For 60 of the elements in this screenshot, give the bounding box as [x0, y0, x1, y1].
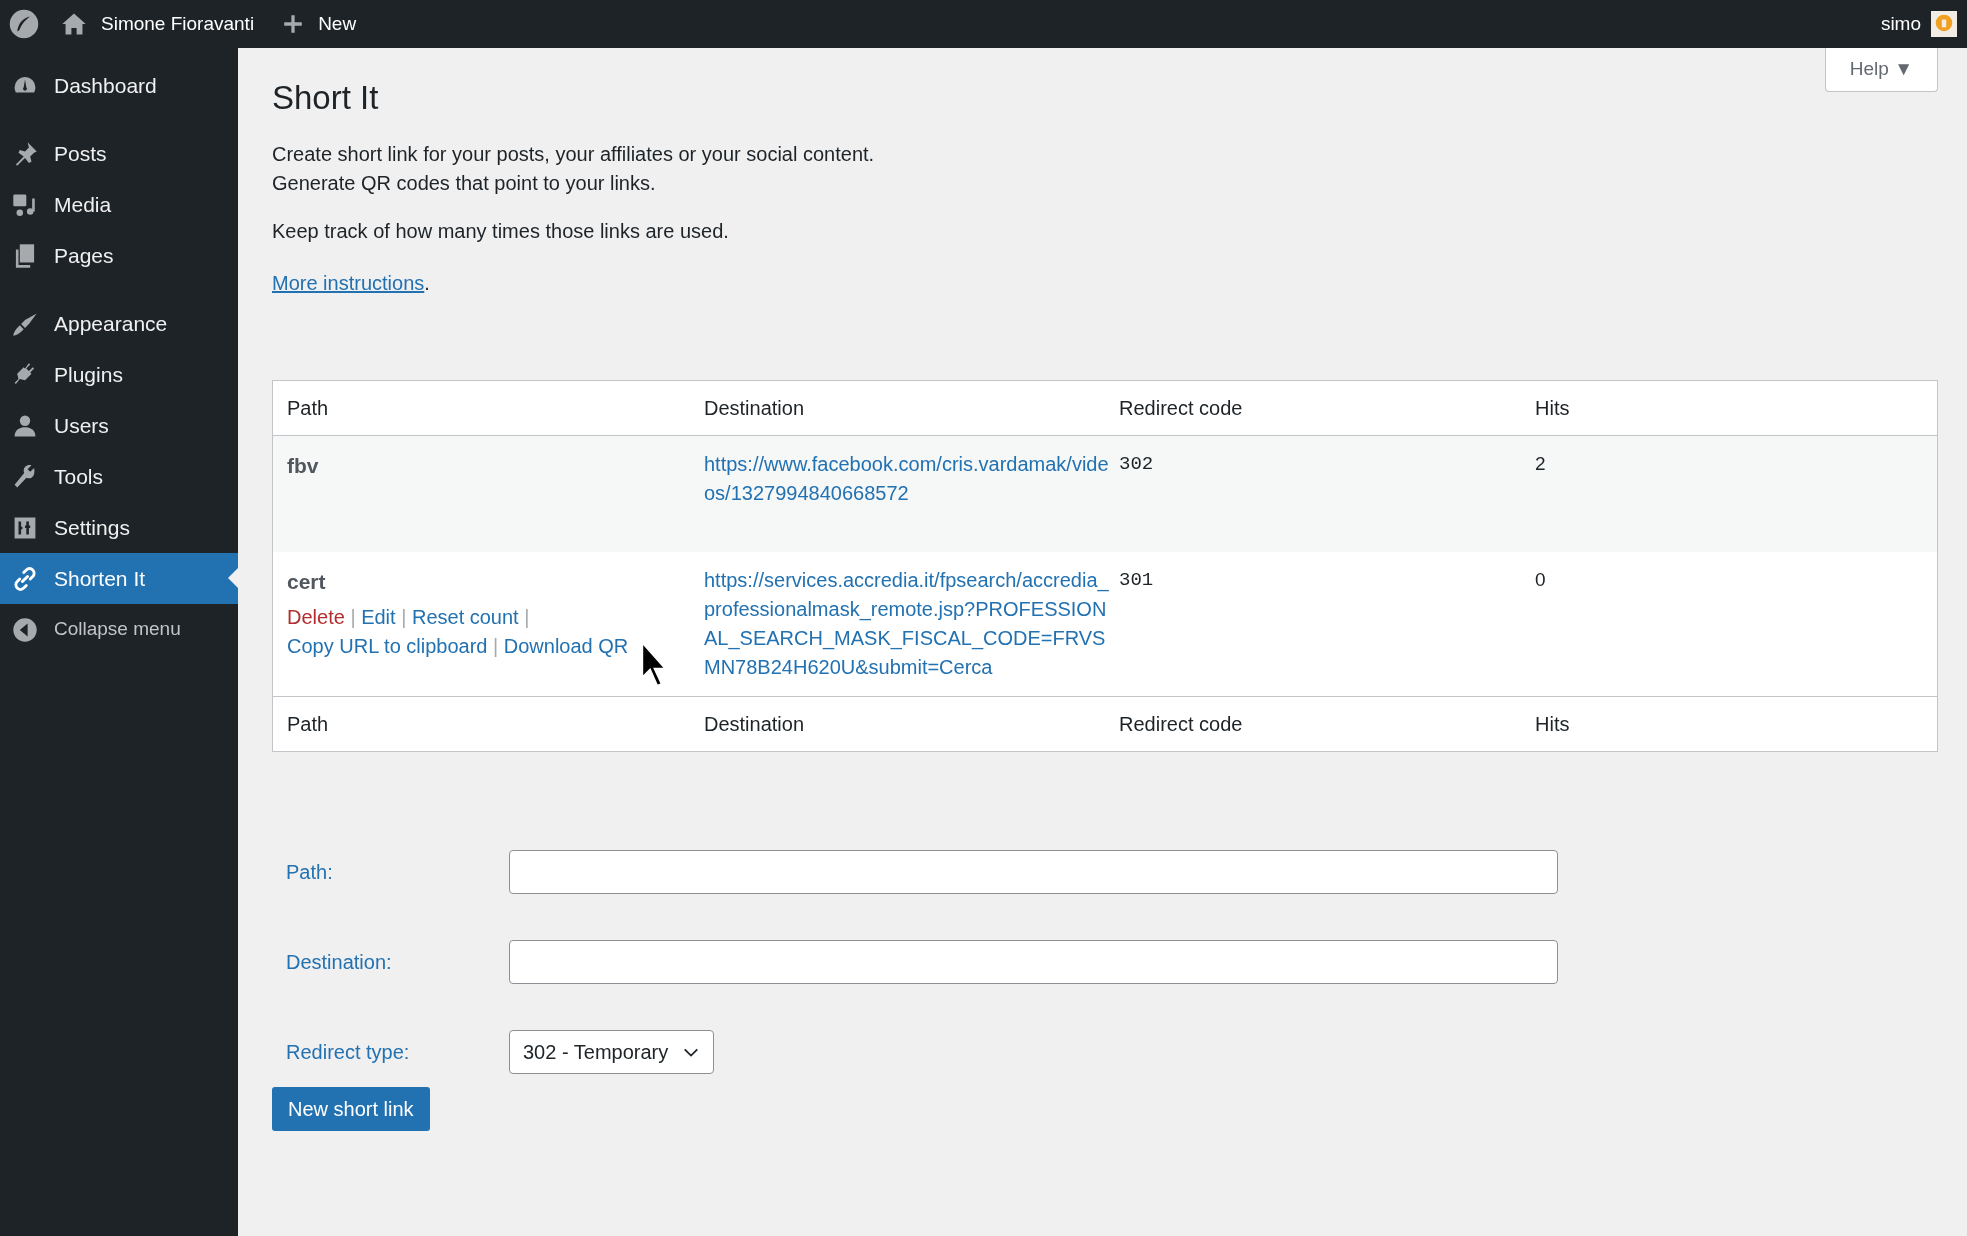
path-text: cert: [287, 569, 326, 595]
plus-icon: [282, 13, 305, 35]
field-label: Path:: [286, 860, 334, 885]
collapse-icon: [12, 616, 38, 643]
link-icon: [12, 565, 38, 592]
separator-text: |: [524, 605, 530, 628]
sidebar-item[interactable]: Media: [0, 179, 238, 230]
period-text: .: [424, 271, 430, 296]
separator-text: |: [401, 605, 407, 628]
hits-cell-text: 2: [1535, 452, 1546, 476]
destination-link[interactable]: https://www.facebook.com/cris.vardamak/videos/1327994840668572: [704, 450, 1119, 552]
instructions-link[interactable]: More instructions: [272, 268, 425, 298]
home-icon: [61, 11, 87, 37]
collapse-menu-button[interactable]: Collapse menu: [0, 604, 238, 655]
current-item-pointer: [228, 568, 238, 588]
hits-cell-text: 0: [1535, 568, 1546, 592]
field-label: Redirect type:: [286, 1040, 411, 1065]
sidebar-item[interactable]: Plugins: [0, 349, 238, 400]
page-title: Short It: [272, 80, 379, 116]
input-field[interactable]: [509, 940, 1558, 984]
column-header[interactable]: Redirect code: [1119, 393, 1535, 423]
sidebar-item[interactable]: Appearance: [0, 298, 238, 349]
input-field[interactable]: [509, 850, 1558, 894]
help-button[interactable]: Help ▼: [1824, 48, 1938, 92]
intro-text: Create short link for your posts, your affiliates or your social content.: [272, 142, 875, 167]
site-name-link[interactable]: Simone Fioravanti: [61, 9, 255, 39]
separator-text: |: [350, 605, 356, 628]
redirect-code-cell-text: 302: [1119, 452, 1154, 477]
sidebar-item[interactable]: Tools: [0, 451, 238, 502]
avatar[interactable]: [1931, 11, 1957, 37]
column-header[interactable]: Hits: [1535, 709, 1923, 739]
logo-icon: [9, 9, 39, 39]
destination-link[interactable]: https://services.accredia.it/fpsearch/accredia_professionalmask_remote.jsp?PROFESSIONAL_SEARCH_MASK_FISCAL_CODE=FRVSMN78B24H620U&submit=Cerca: [704, 566, 1119, 682]
delete-link[interactable]: Delete: [287, 605, 345, 628]
field-label: Destination:: [286, 950, 393, 975]
sidebar-item[interactable]: Users: [0, 400, 238, 451]
row-action-link[interactable]: Edit: [361, 605, 396, 628]
new-link[interactable]: New: [282, 9, 357, 39]
column-header[interactable]: Redirect code: [1119, 709, 1535, 739]
column-header[interactable]: Destination: [704, 393, 1119, 423]
intro-text: Keep track of how many times those links are used.: [272, 219, 729, 244]
column-header[interactable]: Hits: [1535, 393, 1923, 423]
column-header[interactable]: Path: [287, 709, 704, 739]
intro-text: Generate QR codes that point to your links.: [272, 171, 656, 196]
row-action-link[interactable]: Reset count: [411, 605, 519, 628]
sidebar-item[interactable]: Posts: [0, 128, 238, 179]
separator-text: |: [493, 634, 499, 657]
row-action-link[interactable]: Copy URL to clipboard: [287, 634, 488, 657]
sidebar-item[interactable]: Pages: [0, 230, 238, 281]
new-short-link-button[interactable]: New short link: [272, 1087, 430, 1131]
sidebar-item[interactable]: Settings: [0, 502, 238, 553]
user-name[interactable]: simo: [1880, 9, 1921, 39]
sidebar-item[interactable]: Dashboard: [0, 60, 238, 111]
path-text: fbv: [287, 453, 319, 479]
column-header[interactable]: Destination: [704, 709, 1119, 739]
redirect-type-select[interactable]: 302 - Temporary: [509, 1030, 715, 1074]
redirect-code-cell-text: 301: [1119, 568, 1154, 593]
row-action-link[interactable]: Download QR: [503, 634, 629, 657]
column-header[interactable]: Path: [287, 393, 704, 423]
sidebar-item[interactable]: Shorten It: [0, 553, 238, 604]
